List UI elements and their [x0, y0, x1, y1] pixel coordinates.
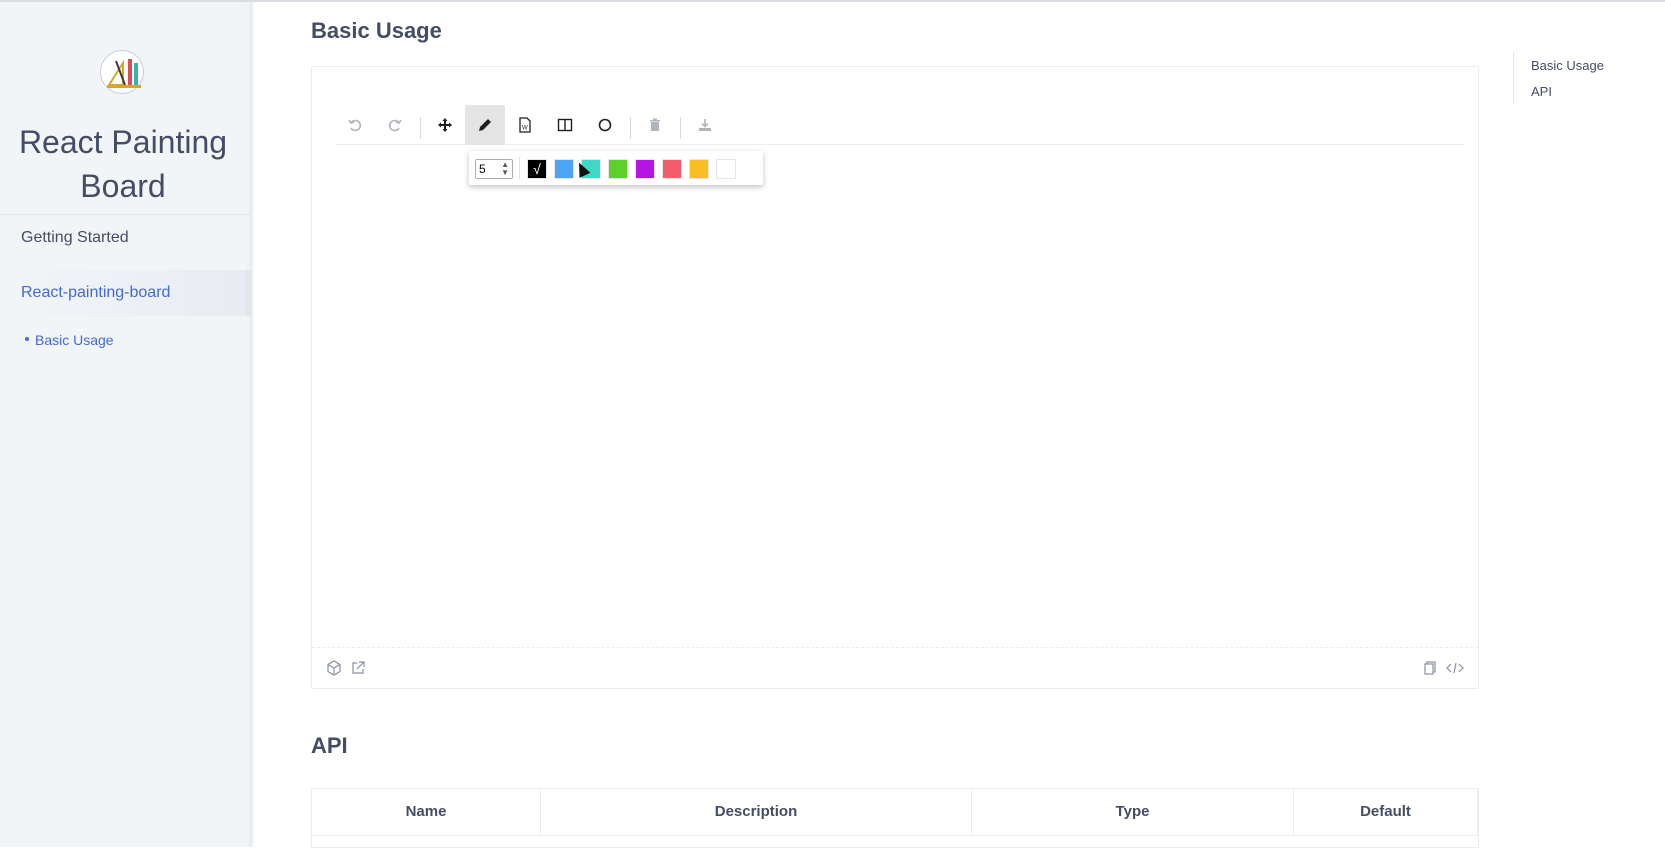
brush-width-value: 5	[479, 162, 486, 176]
sidebar-divider	[0, 214, 252, 215]
api-table: Name Description Type Default	[311, 788, 1479, 848]
painting-toolbar: W	[335, 105, 1465, 145]
toolbar-separator	[420, 117, 421, 139]
table-header-name: Name	[312, 789, 541, 835]
code-icon[interactable]	[1446, 660, 1464, 679]
pencil-icon	[479, 119, 491, 131]
trash-icon	[650, 118, 660, 131]
color-swatch[interactable]	[716, 159, 736, 179]
table-header-type: Type	[972, 789, 1294, 835]
svg-text:W: W	[522, 126, 528, 132]
rectangle-button[interactable]	[545, 105, 585, 145]
text-button[interactable]: W	[505, 105, 545, 145]
color-swatch[interactable]	[554, 159, 574, 179]
circle-icon	[598, 118, 612, 132]
redo-button[interactable]	[375, 105, 415, 145]
popover-separator	[519, 157, 520, 179]
text-document-icon: W	[519, 117, 531, 133]
site-title-line2: Board	[80, 168, 166, 204]
circle-button[interactable]	[585, 105, 625, 145]
table-header-default: Default	[1294, 789, 1478, 835]
copy-icon[interactable]	[1422, 660, 1438, 679]
undo-icon	[348, 119, 362, 132]
site-title-line1: React Painting	[18, 124, 228, 160]
site-logo[interactable]	[100, 50, 144, 94]
clear-button[interactable]	[635, 105, 675, 145]
table-header-description: Description	[541, 789, 972, 835]
color-swatch[interactable]: √	[527, 159, 547, 179]
toc-item-basic-usage[interactable]: Basic Usage	[1531, 58, 1604, 73]
move-icon	[438, 118, 452, 132]
spinner-arrows-icon[interactable]: ▲ ▼	[501, 161, 509, 177]
table-row-divider	[312, 835, 1478, 836]
bullet-icon	[25, 337, 29, 342]
move-button[interactable]	[425, 105, 465, 145]
demo-footer	[312, 647, 1478, 689]
nav-item-react-painting-board[interactable]: React-painting-board	[21, 284, 170, 302]
toc-rail	[1513, 52, 1514, 104]
demo-container: W 5 ▲ ▼ √	[311, 66, 1479, 689]
color-swatch[interactable]	[635, 159, 655, 179]
nav-item-getting-started[interactable]: Getting Started	[21, 229, 129, 247]
color-swatch[interactable]	[662, 159, 682, 179]
site-title[interactable]: React Painting Board	[0, 120, 246, 208]
toc-item-api[interactable]: API	[1531, 84, 1552, 99]
toolbar-separator	[680, 117, 681, 139]
download-icon	[699, 119, 711, 131]
subnav-item-label: Basic Usage	[35, 332, 114, 348]
sidebar-shadow	[246, 2, 254, 847]
brush-settings-popover: 5 ▲ ▼ √	[469, 151, 763, 185]
brush-width-input[interactable]: 5 ▲ ▼	[475, 159, 513, 179]
section-title-basic-usage: Basic Usage	[311, 18, 442, 43]
toolbar-separator	[630, 117, 631, 139]
color-swatch[interactable]	[689, 159, 709, 179]
checkmark-icon: √	[533, 161, 541, 177]
undo-button[interactable]	[335, 105, 375, 145]
subnav-item-basic-usage[interactable]: Basic Usage	[25, 332, 114, 348]
codesandbox-icon[interactable]	[326, 660, 342, 679]
section-title-api: API	[311, 733, 348, 758]
logo-icon	[107, 59, 141, 88]
nav-active-bar	[246, 270, 252, 316]
layout-columns-icon	[557, 118, 573, 132]
redo-icon	[388, 119, 402, 132]
color-swatch[interactable]	[608, 159, 628, 179]
external-link-icon[interactable]	[350, 660, 366, 679]
download-button[interactable]	[685, 105, 725, 145]
pencil-button[interactable]	[465, 105, 505, 145]
